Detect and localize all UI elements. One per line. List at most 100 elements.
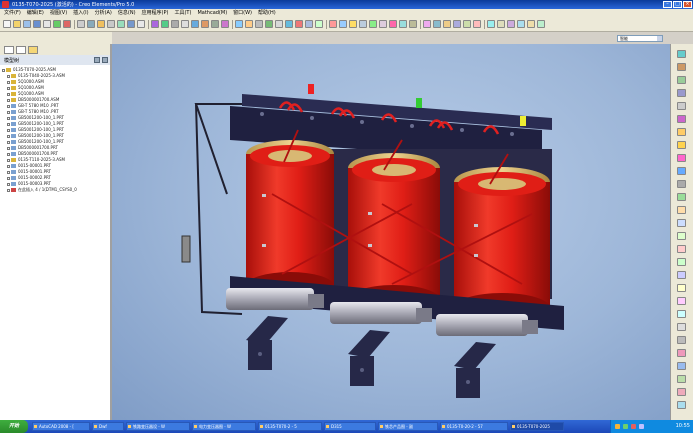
feature-tool-icon[interactable] (677, 206, 686, 214)
toolbar-tool-icon[interactable] (295, 20, 303, 28)
menu-item[interactable]: 插入(I) (73, 9, 88, 18)
settings-icon[interactable] (94, 57, 100, 63)
feature-tool-icon[interactable] (677, 401, 686, 409)
feature-tool-icon[interactable] (677, 63, 686, 71)
feature-tool-icon[interactable] (677, 258, 686, 266)
expand-icon[interactable] (7, 152, 10, 156)
toolbar-tool-icon[interactable] (151, 20, 159, 28)
toolbar-tool-icon[interactable] (497, 20, 505, 28)
toolbar-tool-icon[interactable] (315, 20, 323, 28)
toolbar-tool-icon[interactable] (107, 20, 115, 28)
toolbar-tool-icon[interactable] (211, 20, 219, 28)
toolbar-tool-icon[interactable] (305, 20, 313, 28)
taskbar-task[interactable]: 0135-T070-2025 (510, 422, 564, 431)
toolbar-tool-icon[interactable] (527, 20, 535, 28)
toolbar-tool-icon[interactable] (33, 20, 41, 28)
feature-tool-icon[interactable] (677, 154, 686, 162)
taskbar-task[interactable]: 0135-T070-2 - 5 (258, 422, 322, 431)
toolbar-tool-icon[interactable] (423, 20, 431, 28)
toolbar-tool-icon[interactable] (389, 20, 397, 28)
toolbar-tool-icon[interactable] (507, 20, 515, 28)
toolbar-tool-icon[interactable] (359, 20, 367, 28)
feature-tool-icon[interactable] (677, 362, 686, 370)
toolbar-tool-icon[interactable] (329, 20, 337, 28)
toolbar-tool-icon[interactable] (453, 20, 461, 28)
toolbar-tool-icon[interactable] (275, 20, 283, 28)
feature-tool-icon[interactable] (677, 180, 686, 188)
filter-select[interactable]: 智能 (617, 35, 663, 42)
toolbar-tool-icon[interactable] (379, 20, 387, 28)
feature-tool-icon[interactable] (677, 323, 686, 331)
toolbar-tool-icon[interactable] (235, 20, 243, 28)
toolbar-tool-icon[interactable] (171, 20, 179, 28)
toolbar-tool-icon[interactable] (53, 20, 61, 28)
expand-icon[interactable] (7, 74, 10, 78)
expand-icon[interactable] (2, 68, 5, 72)
app-icon[interactable] (2, 1, 9, 8)
expand-icon[interactable] (7, 188, 10, 192)
expand-icon[interactable] (7, 164, 10, 168)
expand-icon[interactable] (7, 86, 10, 90)
volume-icon[interactable] (639, 424, 644, 429)
taskbar-task[interactable]: D315 (324, 422, 376, 431)
feature-tool-icon[interactable] (677, 375, 686, 383)
expand-icon[interactable] (7, 80, 10, 84)
ime-icon[interactable] (615, 424, 620, 429)
toolbar-tool-icon[interactable] (349, 20, 357, 28)
toolbar-tool-icon[interactable] (23, 20, 31, 28)
expand-icon[interactable] (7, 146, 10, 150)
toolbar-tool-icon[interactable] (463, 20, 471, 28)
toolbar-tool-icon[interactable] (265, 20, 273, 28)
menu-item[interactable]: 帮助(H) (258, 9, 276, 18)
feature-tool-icon[interactable] (677, 349, 686, 357)
minimize-button[interactable]: – (663, 1, 672, 8)
3d-viewport[interactable] (112, 44, 670, 420)
toolbar-tool-icon[interactable] (87, 20, 95, 28)
menu-item[interactable]: 应用程序(P) (142, 9, 169, 18)
toolbar-tool-icon[interactable] (255, 20, 263, 28)
toolbar-tool-icon[interactable] (13, 20, 21, 28)
tab-folder-browser[interactable] (16, 46, 26, 54)
feature-tool-icon[interactable] (677, 89, 686, 97)
taskbar-task[interactable]: AutoCAD 2008 - [ (32, 422, 90, 431)
toolbar-tool-icon[interactable] (517, 20, 525, 28)
toolbar-tool-icon[interactable] (201, 20, 209, 28)
toolbar-tool-icon[interactable] (409, 20, 417, 28)
feature-tool-icon[interactable] (677, 284, 686, 292)
toolbar-tool-icon[interactable] (127, 20, 135, 28)
menu-item[interactable]: 分析(A) (95, 9, 112, 18)
toolbar-tool-icon[interactable] (537, 20, 545, 28)
expand-icon[interactable] (7, 116, 10, 120)
taskbar-task[interactable]: 铁芯产品图 - 副 (378, 422, 438, 431)
tree-item[interactable]: 在此插入 4 / 1(DTM1_CSYS0_0 (2, 187, 108, 193)
toolbar-tool-icon[interactable] (399, 20, 407, 28)
feature-tool-icon[interactable] (677, 336, 686, 344)
toolbar-tool-icon[interactable] (369, 20, 377, 28)
toolbar-tool-icon[interactable] (443, 20, 451, 28)
expand-icon[interactable] (7, 170, 10, 174)
expand-icon[interactable] (7, 158, 10, 162)
taskbar-task[interactable]: 铁路变压器设 - W (126, 422, 190, 431)
expand-icon[interactable] (7, 104, 10, 108)
toolbar-tool-icon[interactable] (433, 20, 441, 28)
feature-tool-icon[interactable] (677, 193, 686, 201)
toolbar-tool-icon[interactable] (487, 20, 495, 28)
feature-tool-icon[interactable] (677, 232, 686, 240)
menu-item[interactable]: 文件(F) (4, 9, 21, 18)
toolbar-tool-icon[interactable] (77, 20, 85, 28)
chevron-down-icon[interactable] (657, 36, 662, 41)
feature-tool-icon[interactable] (677, 102, 686, 110)
feature-tool-icon[interactable] (677, 297, 686, 305)
expand-icon[interactable] (7, 128, 10, 132)
toolbar-tool-icon[interactable] (191, 20, 199, 28)
toolbar-tool-icon[interactable] (3, 20, 11, 28)
menu-item[interactable]: 编辑(E) (27, 9, 44, 18)
expand-icon[interactable] (7, 110, 10, 114)
toolbar-tool-icon[interactable] (473, 20, 481, 28)
toolbar-tool-icon[interactable] (43, 20, 51, 28)
expand-icon[interactable] (7, 134, 10, 138)
tab-favorites[interactable] (28, 46, 38, 54)
feature-tool-icon[interactable] (677, 141, 686, 149)
feature-tool-icon[interactable] (677, 50, 686, 58)
tab-model-tree[interactable] (4, 46, 14, 54)
